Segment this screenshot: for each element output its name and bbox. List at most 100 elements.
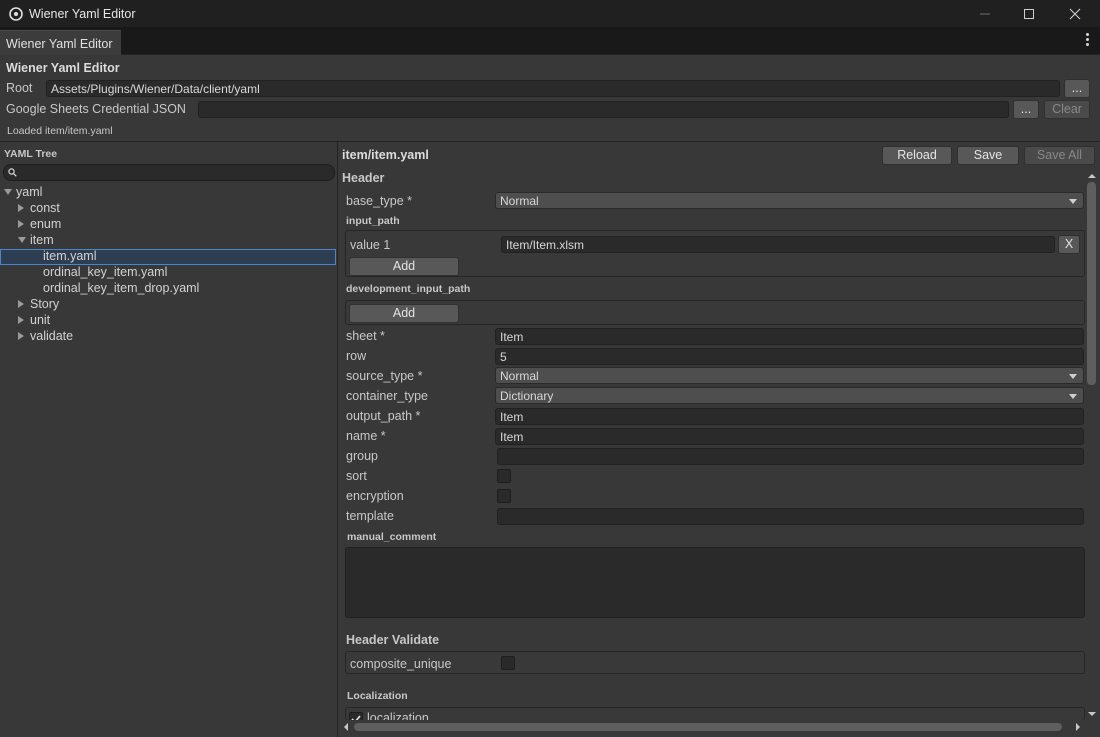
root-label: Root <box>6 81 33 95</box>
reload-button[interactable]: Reload <box>882 146 952 165</box>
horizontal-scroll-thumb[interactable] <box>354 723 1062 731</box>
tree-item-yaml[interactable]: yaml <box>0 185 336 201</box>
collapsed-arrow-icon[interactable] <box>18 332 24 340</box>
localization-checkbox[interactable] <box>349 712 363 720</box>
container-type-label: container_type <box>346 389 429 403</box>
container-type-dropdown[interactable]: Dictionary <box>495 387 1084 404</box>
close-window-button[interactable] <box>1052 0 1098 27</box>
tree-item-unit[interactable]: unit <box>0 313 336 329</box>
expanded-arrow-icon[interactable] <box>18 237 26 243</box>
more-options-icon[interactable] <box>1086 33 1090 48</box>
yaml-tree-panel: YAML Tree yaml const enum item item.yaml… <box>0 142 338 737</box>
dev-input-path-list: Add <box>345 300 1085 325</box>
input-path-add-button[interactable]: Add <box>349 257 459 276</box>
tree-item-validate[interactable]: validate <box>0 329 336 345</box>
save-button[interactable]: Save <box>957 146 1019 165</box>
collapsed-arrow-icon[interactable] <box>18 220 24 228</box>
maximize-button[interactable] <box>1006 0 1052 27</box>
localization-checkbox-label: localization <box>367 711 429 720</box>
minimize-icon <box>980 13 990 14</box>
save-all-button[interactable]: Save All <box>1024 146 1095 165</box>
source-type-dropdown[interactable]: Normal <box>495 367 1084 384</box>
localization-title: Localization <box>347 690 408 702</box>
title-bar: Wiener Yaml Editor <box>0 0 1100 27</box>
vertical-scrollbar[interactable] <box>1085 172 1098 720</box>
base-type-label: base_type * <box>346 194 413 208</box>
maximize-icon <box>1024 8 1034 19</box>
base-type-dropdown[interactable]: Normal <box>495 192 1084 209</box>
input-path-list: value 1 Item/Item.xlsm X Add <box>345 230 1085 277</box>
unity-app-icon <box>9 6 23 21</box>
window-title: Wiener Yaml Editor <box>29 6 136 21</box>
output-path-field[interactable]: Item <box>495 408 1084 425</box>
clear-button[interactable]: Clear <box>1044 100 1090 119</box>
tree-item-item[interactable]: item <box>0 233 336 249</box>
collapsed-arrow-icon[interactable] <box>18 300 24 308</box>
vertical-scroll-thumb[interactable] <box>1087 182 1096 385</box>
settings-panel: Wiener Yaml Editor Root Assets/Plugins/W… <box>0 55 1100 142</box>
credential-label: Google Sheets Credential JSON <box>6 102 186 116</box>
chevron-down-icon <box>1069 199 1077 204</box>
checkmark-icon <box>351 715 361 720</box>
chevron-down-icon <box>1069 374 1077 379</box>
tree-item-item-yaml[interactable]: item.yaml <box>0 249 336 265</box>
sort-label: sort <box>346 469 367 483</box>
collapsed-arrow-icon[interactable] <box>18 316 24 324</box>
template-field[interactable] <box>497 508 1084 525</box>
chevron-down-icon <box>1069 394 1077 399</box>
header-validate-title: Header Validate <box>346 633 440 647</box>
credential-field[interactable] <box>198 101 1009 118</box>
output-path-label: output_path * <box>346 409 421 423</box>
tree-search-input[interactable] <box>3 164 335 181</box>
encryption-checkbox[interactable] <box>497 489 511 503</box>
composite-unique-checkbox[interactable] <box>501 656 515 670</box>
dev-input-path-title: development_input_path <box>346 283 471 295</box>
sheet-field[interactable]: Item <box>495 328 1084 345</box>
scroll-down-icon[interactable] <box>1087 710 1100 718</box>
sheet-label: sheet * <box>346 329 385 343</box>
template-label: template <box>346 509 394 523</box>
tree-title: YAML Tree <box>4 148 58 160</box>
header-section-title: Header <box>342 171 385 185</box>
root-path-field[interactable]: Assets/Plugins/Wiener/Data/client/yaml <box>46 80 1060 97</box>
search-icon <box>8 168 17 177</box>
editor-panel: item/item.yaml Reload Save Save All Head… <box>338 142 1100 737</box>
name-label: name * <box>346 429 386 443</box>
horizontal-scrollbar[interactable] <box>338 720 1098 735</box>
tab-strip: Wiener Yaml Editor <box>0 27 1100 55</box>
input-path-value-label: value 1 <box>350 238 391 252</box>
tree-item-const[interactable]: const <box>0 201 336 217</box>
name-field[interactable]: Item <box>495 428 1084 445</box>
dev-input-path-add-button[interactable]: Add <box>349 304 459 323</box>
group-field[interactable] <box>497 448 1084 465</box>
input-path-value-field[interactable]: Item/Item.xlsm <box>501 236 1055 253</box>
encryption-label: encryption <box>346 489 404 503</box>
minimize-button[interactable] <box>962 0 1008 27</box>
source-type-label: source_type * <box>346 369 423 383</box>
tree-item-enum[interactable]: enum <box>0 217 336 233</box>
tree-item-ordinal-key-item[interactable]: ordinal_key_item.yaml <box>0 265 336 281</box>
composite-unique-label: composite_unique <box>350 657 452 671</box>
tree-item-ordinal-key-item-drop[interactable]: ordinal_key_item_drop.yaml <box>0 281 336 297</box>
collapsed-arrow-icon[interactable] <box>18 204 24 212</box>
row-label: row <box>346 349 367 363</box>
remove-value-button[interactable]: X <box>1058 235 1080 254</box>
tree-item-story[interactable]: Story <box>0 297 336 313</box>
manual-comment-textarea[interactable] <box>345 547 1085 618</box>
tab-wiener-yaml-editor[interactable]: Wiener Yaml Editor <box>0 30 121 55</box>
scroll-up-icon[interactable] <box>1087 172 1100 180</box>
localization-box: localization <box>345 707 1085 720</box>
root-browse-button[interactable]: ... <box>1064 79 1090 98</box>
editor-file-title: item/item.yaml <box>342 148 429 162</box>
scroll-right-icon[interactable] <box>1074 721 1082 734</box>
manual-comment-title: manual_comment <box>347 531 437 543</box>
sort-checkbox[interactable] <box>497 469 511 483</box>
row-field[interactable]: 5 <box>495 348 1084 365</box>
status-text: Loaded item/item.yaml <box>7 125 113 137</box>
panel-heading: Wiener Yaml Editor <box>6 61 120 75</box>
expanded-arrow-icon[interactable] <box>4 189 12 195</box>
credential-browse-button[interactable]: ... <box>1013 100 1039 119</box>
header-validate-box: composite_unique <box>345 651 1085 674</box>
scroll-left-icon[interactable] <box>342 721 350 734</box>
group-label: group <box>346 449 378 463</box>
